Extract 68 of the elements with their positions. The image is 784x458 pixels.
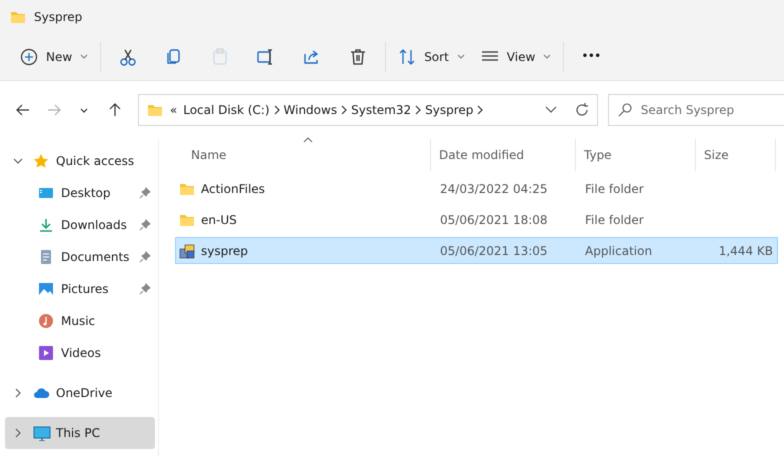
toolbar-menu-button[interactable]: New: [12, 38, 96, 74]
forward-arrow-icon: [46, 102, 62, 118]
sort-arrows-icon: [398, 48, 416, 66]
window-title: Sysprep: [34, 8, 82, 26]
folder-icon: [146, 102, 163, 118]
sidebar-item[interactable]: Quick access: [5, 145, 155, 177]
caret-icon: [543, 54, 552, 60]
breadcrumb-link[interactable]: Windows: [280, 101, 340, 119]
breadcrumb-link[interactable]: System32: [348, 101, 414, 119]
sidebar-item[interactable]: Music: [5, 305, 155, 337]
desktop-icon: [38, 185, 56, 201]
star-icon: [33, 153, 51, 169]
file-size: 1,444 KB: [718, 242, 773, 260]
video-icon: [38, 345, 56, 361]
back-arrow-icon: [15, 102, 32, 118]
dropdown-caret-icon[interactable]: [544, 106, 557, 114]
breadcrumb-link[interactable]: Sysprep: [422, 101, 476, 119]
sidebar-item[interactable]: This PC: [5, 417, 155, 449]
column-header[interactable]: Date modified: [431, 139, 576, 171]
sort-caret-icon: [302, 137, 312, 143]
file-type: File folder: [585, 180, 644, 198]
toolbar-menu-button[interactable]: Sort: [390, 38, 473, 74]
trash-icon: [349, 48, 368, 66]
search-icon: [618, 103, 632, 117]
address-bar[interactable]: « Local Disk (C:) Windows System32 Sysprep: [138, 94, 598, 126]
sidebar-item[interactable]: Desktop: [5, 177, 155, 209]
monitor-icon: [33, 425, 51, 441]
chevron-icon: [272, 105, 281, 115]
file-row[interactable]: ActionFiles 24/03/2022 04:25 File folder: [175, 175, 778, 202]
date-modified: 05/06/2021 18:08: [440, 212, 548, 228]
sidebar-item[interactable]: Videos: [5, 337, 155, 369]
file-type: File folder: [585, 212, 644, 228]
sidebar-item[interactable]: Documents: [5, 241, 155, 273]
sidebar-item[interactable]: Pictures: [5, 273, 155, 305]
expand-chevron-icon[interactable]: [13, 156, 23, 166]
clipboard-icon: [211, 48, 230, 66]
application-icon: [179, 242, 195, 258]
chevron-icon: [414, 105, 422, 115]
toolbar-menu-button[interactable]: View: [472, 38, 560, 74]
scissors-icon: [119, 48, 138, 66]
caret-icon: [80, 108, 88, 112]
refresh-icon[interactable]: [574, 103, 589, 117]
sidebar-item[interactable]: Downloads: [5, 209, 155, 241]
file-name: en-US: [201, 212, 237, 228]
caret-icon: [80, 54, 88, 60]
overflow-chevron[interactable]: «: [166, 101, 180, 119]
search-field[interactable]: Search Sysprep: [608, 94, 784, 126]
file-row[interactable]: sysprep 05/06/2021 13:05 Application 1,444 KB: [175, 237, 778, 264]
collapse-chevron-icon[interactable]: [13, 388, 23, 398]
picture-icon: [38, 281, 56, 297]
chevron-icon: [476, 105, 484, 115]
chevron-icon: [340, 105, 348, 115]
plus-circle-icon: [20, 48, 38, 66]
date-modified: 05/06/2021 13:05: [440, 242, 548, 260]
more-button[interactable]: •••: [568, 38, 614, 74]
sidebar-item[interactable]: OneDrive: [5, 377, 155, 409]
column-header[interactable]: Type: [576, 139, 696, 171]
caret-icon: [456, 54, 465, 60]
date-modified: 24/03/2022 04:25: [440, 180, 548, 198]
column-header[interactable]: Name: [175, 139, 431, 171]
file-type: Application: [585, 242, 652, 260]
file-row[interactable]: en-US 05/06/2021 18:08 File folder: [175, 206, 778, 233]
file-name: ActionFiles: [201, 180, 265, 198]
collapse-chevron-icon[interactable]: [13, 428, 23, 438]
breadcrumb-link[interactable]: Local Disk (C:): [180, 101, 273, 119]
column-header[interactable]: Size: [696, 139, 776, 171]
music-note-icon: [38, 313, 56, 329]
file-name: sysprep: [201, 242, 248, 260]
